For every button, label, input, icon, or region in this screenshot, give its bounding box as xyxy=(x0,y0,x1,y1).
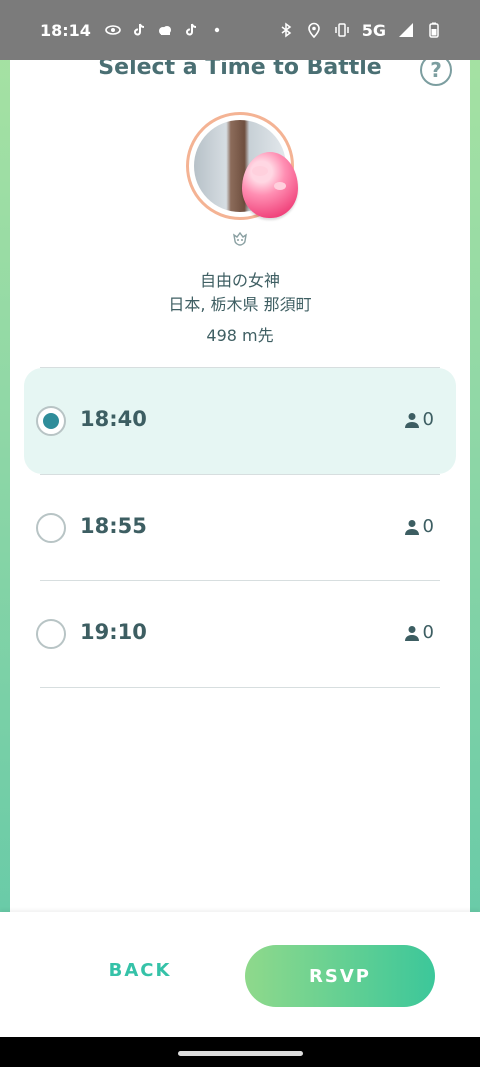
rsvp-label: RSVP xyxy=(309,965,371,987)
home-gesture-handle[interactable] xyxy=(178,1051,303,1056)
gym-distance: 498 m先 xyxy=(206,326,274,345)
back-button[interactable]: BACK xyxy=(80,960,200,981)
weather-icon xyxy=(158,26,171,35)
radio-unselected-icon[interactable] xyxy=(36,513,66,543)
bluetooth-icon xyxy=(281,22,291,38)
action-bar: BACK RSVP xyxy=(0,912,480,1037)
notification-icons xyxy=(105,22,225,38)
time-slot-option[interactable]: 18:55 0 xyxy=(24,475,456,581)
vibrate-icon xyxy=(334,23,349,37)
attendee-count: 0 xyxy=(422,409,434,430)
slot-attendee-count: 0 xyxy=(404,516,434,537)
eye-icon xyxy=(105,25,121,35)
divider xyxy=(40,687,440,688)
raid-time-panel: Select a Time to Battle ? 自由の女神 日本, 栃木県 … xyxy=(10,54,470,915)
radio-unselected-icon[interactable] xyxy=(36,619,66,649)
tiktok-icon xyxy=(133,23,144,36)
raid-egg-icon xyxy=(242,152,298,218)
location-icon xyxy=(307,22,320,38)
raid-boss-silhouette-icon xyxy=(233,232,247,246)
person-icon xyxy=(404,625,419,641)
time-slot-option[interactable]: 19:10 0 xyxy=(24,581,456,687)
time-slot-option[interactable]: 18:40 0 xyxy=(24,368,456,474)
slot-time: 18:55 xyxy=(80,514,147,538)
slot-attendee-count: 0 xyxy=(404,409,434,430)
person-icon xyxy=(404,519,419,535)
tiktok-icon xyxy=(185,23,196,36)
help-icon: ? xyxy=(430,58,442,82)
person-icon xyxy=(404,412,419,428)
slot-time: 18:40 xyxy=(80,407,147,431)
rsvp-button[interactable]: RSVP xyxy=(245,945,435,1007)
status-time: 18:14 xyxy=(40,20,91,40)
gym-name: 自由の女神 xyxy=(199,271,280,290)
slot-attendee-count: 0 xyxy=(404,622,434,643)
system-icons: 5G xyxy=(278,21,442,40)
battery-icon xyxy=(429,22,439,38)
signal-icon xyxy=(399,23,413,37)
attendee-count: 0 xyxy=(422,622,434,643)
network-label: 5G xyxy=(361,20,386,40)
system-nav-bar xyxy=(0,1037,480,1067)
slot-time: 19:10 xyxy=(80,620,147,644)
radio-selected-icon[interactable] xyxy=(36,406,66,436)
dot-icon xyxy=(214,27,220,33)
gym-location: 日本, 栃木県 那須町 xyxy=(168,295,312,314)
attendee-count: 0 xyxy=(422,516,434,537)
status-bar: 18:14 5G xyxy=(0,0,480,60)
